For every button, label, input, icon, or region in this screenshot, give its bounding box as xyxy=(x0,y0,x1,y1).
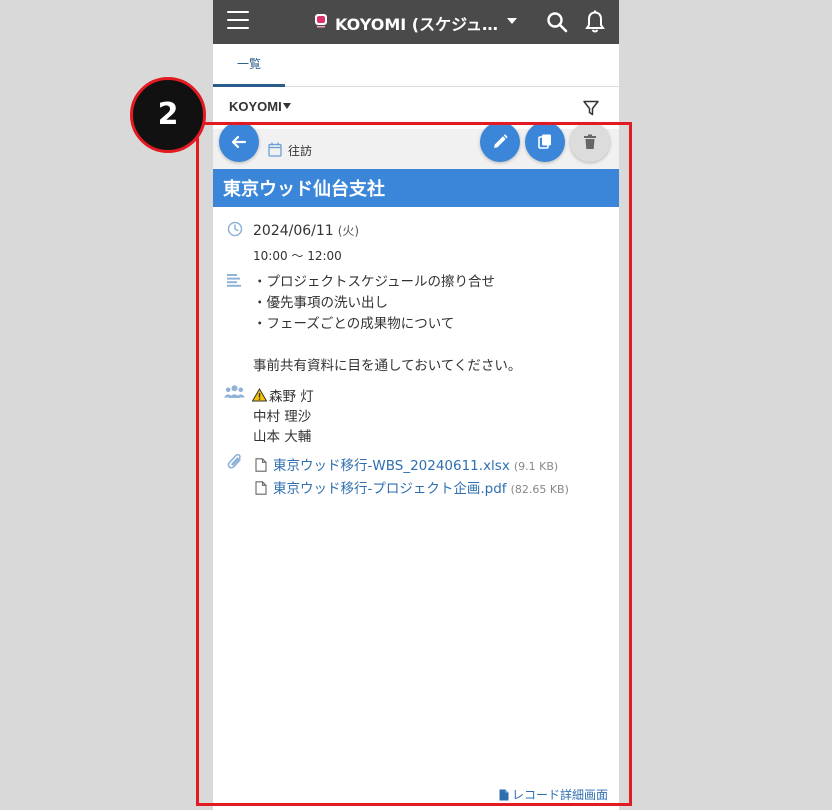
app-icon xyxy=(315,14,327,28)
app-title[interactable]: KOYOMI (スケジュ… xyxy=(335,11,498,35)
caret-down-icon xyxy=(282,103,291,109)
event-date: 2024/06/11 (火) xyxy=(253,222,359,239)
attendee-item: 中村 理沙 xyxy=(253,405,311,425)
attendee-name: 森野 灯 xyxy=(269,389,314,405)
back-button[interactable] xyxy=(219,122,259,162)
view-selector-label: KOYOMI xyxy=(229,99,282,114)
search-icon[interactable] xyxy=(546,11,568,33)
trash-icon xyxy=(584,134,596,149)
memo-line xyxy=(253,335,521,356)
filter-icon[interactable] xyxy=(582,99,600,117)
text-lines-icon xyxy=(227,274,241,287)
attachment-link[interactable]: 東京ウッド移行-WBS_20240611.xlsx xyxy=(273,458,510,474)
delete-button[interactable] xyxy=(570,122,610,162)
event-memo: ・プロジェクトスケジュールの擦り合せ ・優先事項の洗い出し ・フェーズごとの成果… xyxy=(253,272,521,377)
clock-icon xyxy=(227,221,243,237)
chevron-down-icon[interactable] xyxy=(507,18,517,24)
menu-icon[interactable] xyxy=(227,11,249,31)
pencil-icon xyxy=(494,134,508,148)
document-icon xyxy=(499,789,509,801)
attendee-item: 森野 灯 xyxy=(252,385,314,405)
calendar-icon xyxy=(268,142,282,157)
step-number-badge: 2 xyxy=(130,77,206,153)
attachment-size: (82.65 KB) xyxy=(510,483,569,496)
attendee-item: 山本 大輔 xyxy=(253,425,311,445)
users-icon xyxy=(224,385,245,398)
attendee-name: 山本 大輔 xyxy=(253,429,312,445)
record-title: 東京ウッド仙台支社 xyxy=(223,179,385,200)
day-of-week: (火) xyxy=(337,224,360,238)
memo-line: 事前共有資料に目を通しておいてください。 xyxy=(253,358,522,374)
memo-line: ・プロジェクトスケジュールの擦り合せ xyxy=(253,274,496,290)
edit-button[interactable] xyxy=(480,122,520,162)
paperclip-icon xyxy=(227,453,241,469)
event-time: 10:00 ～ 12:00 xyxy=(253,249,342,263)
record-detail-link[interactable]: レコード詳細画面 xyxy=(499,786,608,803)
attachment-item: 東京ウッド移行-プロジェクト企画.pdf (82.65 KB) xyxy=(255,477,569,497)
file-icon xyxy=(255,481,267,495)
event-date-value: 2024/06/11 xyxy=(253,223,334,239)
warning-icon xyxy=(252,388,267,402)
arrow-left-icon xyxy=(231,135,247,149)
category-label: 往訪 xyxy=(288,144,313,158)
tab-bar: 一覧 xyxy=(213,44,619,87)
mobile-screen: KOYOMI (スケジュ… 一覧 KOYOMI 往訪 東京ウッド仙台支社 202… xyxy=(213,0,619,810)
attachment-item: 東京ウッド移行-WBS_20240611.xlsx (9.1 KB) xyxy=(255,454,558,474)
bell-icon[interactable] xyxy=(584,10,606,34)
attendee-name: 中村 理沙 xyxy=(253,409,312,425)
memo-line: ・フェーズごとの成果物について xyxy=(253,316,455,332)
file-icon xyxy=(255,458,267,472)
tab-list[interactable]: 一覧 xyxy=(213,44,285,87)
copy-icon xyxy=(538,134,551,149)
app-header: KOYOMI (スケジュ… xyxy=(213,0,619,44)
record-title-bar: 東京ウッド仙台支社 xyxy=(213,169,619,207)
record-detail-label: レコード詳細画面 xyxy=(512,788,609,802)
view-selector[interactable]: KOYOMI xyxy=(229,99,291,114)
memo-line: ・優先事項の洗い出し xyxy=(253,295,388,311)
attachment-size: (9.1 KB) xyxy=(513,460,559,473)
copy-button[interactable] xyxy=(525,122,565,162)
attachment-link[interactable]: 東京ウッド移行-プロジェクト企画.pdf xyxy=(273,481,507,497)
